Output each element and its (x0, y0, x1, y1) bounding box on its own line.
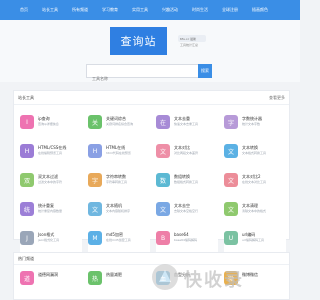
tool-card[interactable]: 文文本去空 去除文本空格空行 (156, 202, 218, 225)
tool-icon: 文 (224, 173, 238, 187)
tool-card[interactable]: J Json格式 json格式化工具 (20, 231, 82, 254)
tool-description: 文本内容随机排序 (106, 209, 131, 213)
nav-item-utilities[interactable]: 实用工具 (132, 7, 148, 13)
nav-item-all-channels[interactable]: 所有频道 (72, 7, 88, 13)
search-bar: 搜索 (86, 64, 212, 85)
tool-description: 统计重复内容数量 (38, 209, 63, 213)
tool-description: 清除文本中的格式 (242, 209, 267, 213)
tool-card[interactable]: 字字数统计器 统计文本字数 (224, 115, 286, 138)
tool-description: 对比两段文本差异 (174, 151, 199, 155)
tool-card[interactable]: H HTML/CSS在线 在线编辑预览工具 (20, 144, 82, 167)
tool-description: 在线md5加密工具 (106, 238, 131, 242)
tool-card[interactable]: 文文本转换 文本格式转换工具 (224, 144, 286, 167)
panel-title: 站长工具 (18, 94, 34, 100)
tool-card[interactable]: Mmd5加密 在线md5加密工具 (88, 231, 150, 254)
site-logo[interactable]: 查询站 (110, 27, 167, 55)
watermark-logo: 快收录 (150, 262, 266, 294)
nav-item-home[interactable]: 首页 (20, 7, 28, 13)
view-more-link[interactable]: 查看更多 (269, 95, 285, 101)
tool-card[interactable]: 在文本去重 快速文本去重工具 (156, 115, 218, 138)
tool-icon: B (156, 231, 170, 245)
tool-card[interactable]: 道道德网漏洞 (20, 271, 82, 294)
tool-card[interactable]: 数数组转换 数组格式转换工具 (156, 173, 218, 196)
panel-title: 热门频道 (18, 255, 34, 261)
tool-description: url编码解码工具 (242, 238, 264, 242)
panel-header: 站长工具 查看更多 (14, 91, 289, 105)
tool-name: base64 (174, 232, 189, 237)
tool-description: 字符串转换工具 (106, 180, 128, 184)
tool-card[interactable]: H HTML在线 html代码在线预览 (88, 144, 150, 167)
tool-card[interactable]: 双双文本过滤 过滤文本中的字符 (20, 173, 82, 196)
nav-item-global-register[interactable]: 全球注册 (222, 7, 238, 13)
tool-icon: 在 (156, 115, 170, 129)
tool-card[interactable]: Uurl编码 url编码解码工具 (224, 231, 286, 254)
tool-icon: H (20, 144, 34, 158)
tool-grid: Iip查询 查询ip详细信息关关键词综合 关键词排名综合查询在文本去重 快速文本去重工… (20, 115, 286, 254)
tool-description: 查询ip详细信息 (38, 122, 59, 126)
tool-icon: I (20, 115, 34, 129)
tool-card[interactable]: 热热量减肥 (88, 271, 150, 294)
tool-icon: 关 (88, 115, 102, 129)
top-nav-bar: 首页 站长工具 所有频道 学习教育 实用工具 兴趣活动 时尚生活 全球注册 插画… (0, 0, 300, 20)
search-button[interactable]: 搜索 (198, 64, 212, 78)
watermark-icon (152, 264, 178, 290)
tool-icon: 文 (156, 144, 170, 158)
tool-description: json格式化工具 (38, 238, 60, 242)
tool-card[interactable]: 文文本随机 文本内容随机排序 (88, 202, 150, 225)
tool-description: 关键词排名综合查询 (106, 122, 134, 126)
tool-icon: 文 (156, 202, 170, 216)
tool-icon: 文 (88, 202, 102, 216)
tool-description: 去除文本空格空行 (174, 209, 199, 213)
search-input[interactable] (87, 72, 211, 85)
tool-icon: J (20, 231, 34, 245)
tool-card[interactable]: 文文本对比 对比两段文本差异 (156, 144, 218, 167)
tool-icon: 统 (20, 202, 34, 216)
tool-icon: 道 (20, 271, 34, 285)
watermark-text: 快收录 (184, 270, 244, 291)
tool-description: html代码在线预览 (106, 151, 131, 155)
tool-icon: U (224, 231, 238, 245)
tool-card[interactable]: Iip查询 查询ip详细信息 (20, 115, 82, 138)
tool-icon: 文 (224, 202, 238, 216)
tool-description: 在线编辑预览工具 (38, 151, 63, 155)
tool-card[interactable]: 文文本对比2 在线文本对比工具 (224, 173, 286, 196)
tool-name: 热量减肥 (106, 272, 122, 277)
tool-description: base64编码解码 (174, 238, 197, 242)
tool-card[interactable]: 关关键词综合 关键词排名综合查询 (88, 115, 150, 138)
tool-icon: 字 (224, 115, 238, 129)
tool-description: 在线文本对比工具 (242, 180, 267, 184)
tool-description: 数组格式转换工具 (174, 180, 199, 184)
tool-icon: 双 (20, 173, 34, 187)
tool-name: 道德网漏洞 (38, 272, 58, 277)
tool-icon: 数 (156, 173, 170, 187)
nav-item-interests[interactable]: 兴趣活动 (162, 7, 178, 13)
tool-icon: 热 (88, 271, 102, 285)
nav-item-lifestyle[interactable]: 时尚生活 (192, 7, 208, 13)
tool-icon: M (88, 231, 102, 245)
tool-card[interactable]: 文文本清理 清除文本中的格式 (224, 202, 286, 225)
tool-card[interactable]: Bbase64 base64编码解码 (156, 231, 218, 254)
tool-description: 快速文本去重工具 (174, 122, 199, 126)
top-nav: 首页 站长工具 所有频道 学习教育 实用工具 兴趣活动 时尚生活 全球注册 插画… (20, 0, 282, 20)
tool-card[interactable]: 统统计重复 统计重复内容数量 (20, 202, 82, 225)
tool-icon: 文 (224, 144, 238, 158)
site-meta-line2: 工具统计汇总 (180, 43, 199, 47)
nav-item-illustration[interactable]: 插画颜色 (252, 7, 268, 13)
webmaster-tools-panel: 站长工具 查看更多 Iip查询 查询ip详细信息关关键词综合 关键词排名综合查询在文… (13, 90, 290, 254)
tool-description: 过滤文本中的字符 (38, 180, 63, 184)
tool-icon: 字 (88, 173, 102, 187)
tool-description: 文本格式转换工具 (242, 151, 267, 155)
nav-item-webmaster-tools[interactable]: 站长工具 (42, 7, 58, 13)
tool-card[interactable]: 字字符串转数 字符串转换工具 (88, 173, 150, 196)
tool-icon: H (88, 144, 102, 158)
site-meta-line1: tifu.cc 最新 (180, 37, 197, 41)
tool-description: 统计文本字数 (242, 122, 261, 126)
nav-item-education[interactable]: 学习教育 (102, 7, 118, 13)
